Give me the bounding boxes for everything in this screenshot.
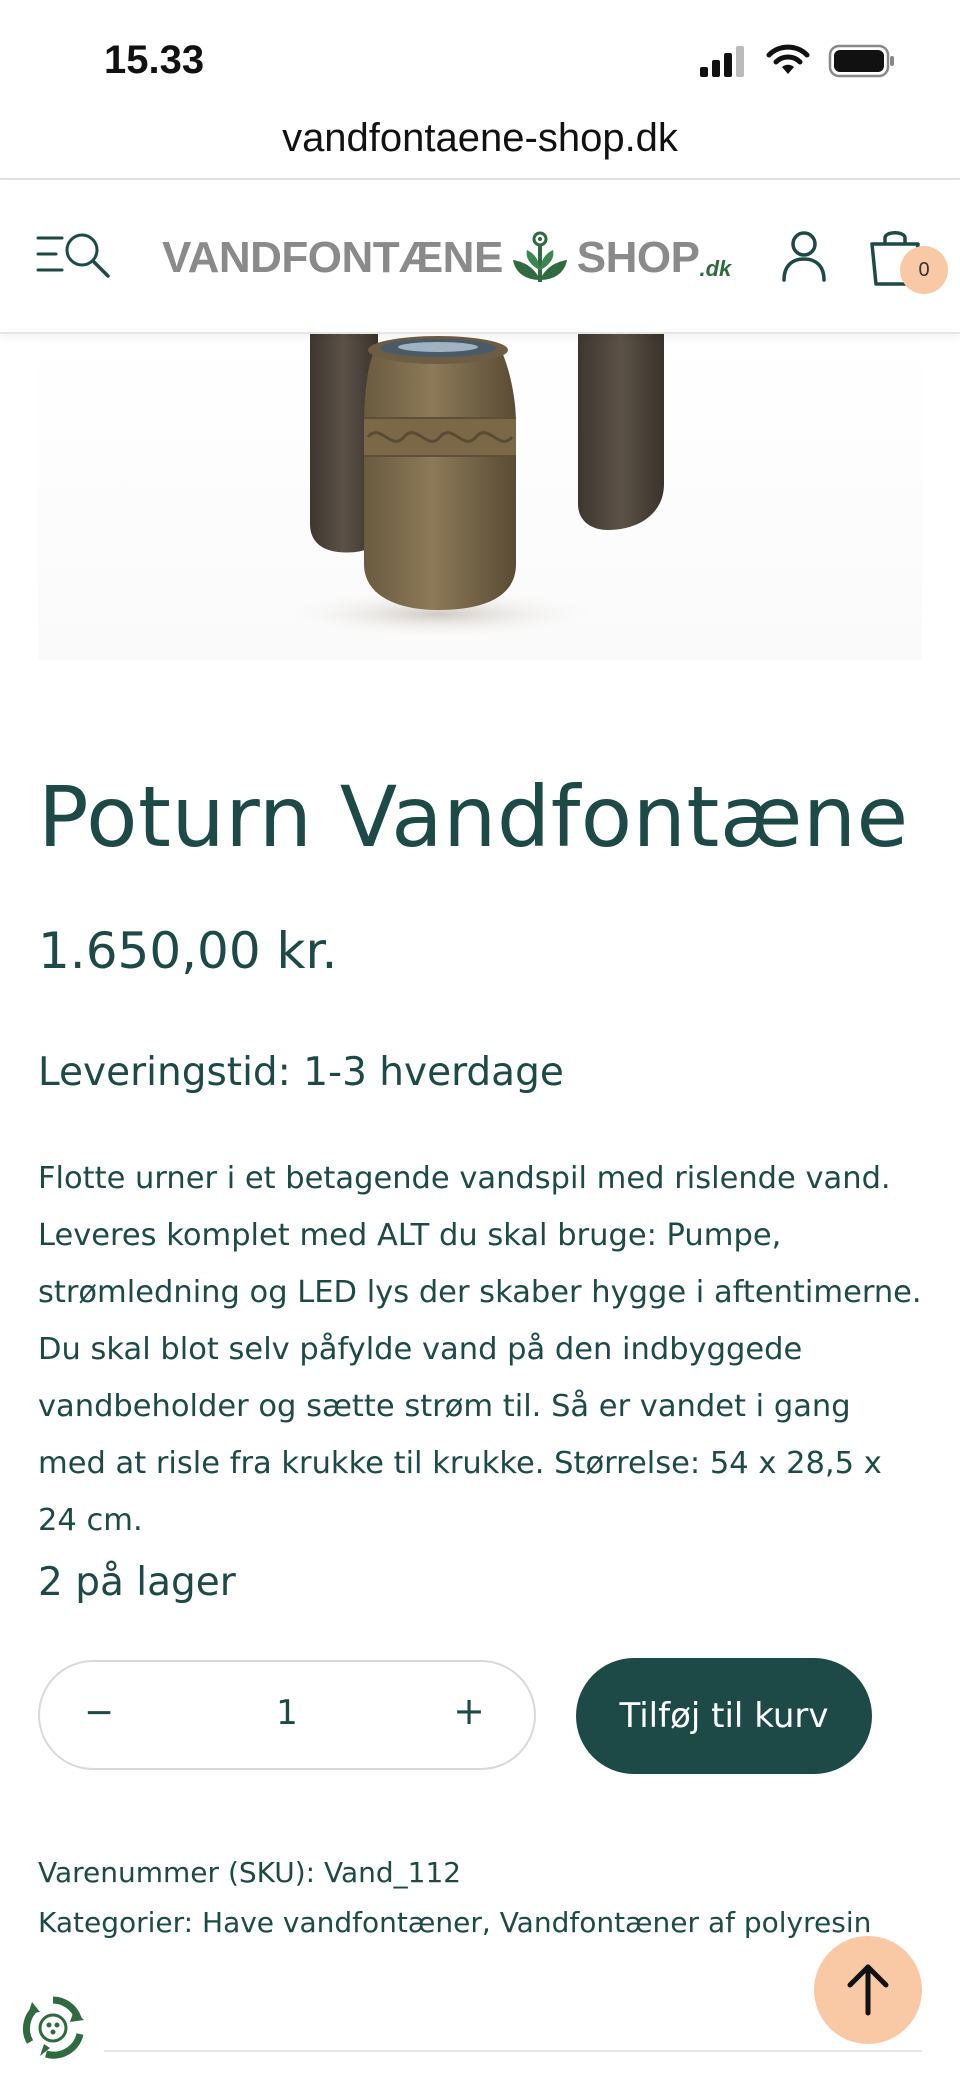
logo-text-left: VANDFONTÆNE [162,233,503,282]
status-time: 15.33 [104,38,205,82]
product-image[interactable] [38,334,922,660]
status-bar: 15.33 [0,0,960,110]
url-text: vandfontaene-shop.dk [282,116,678,160]
scroll-to-top-button[interactable] [814,1936,922,2044]
product-price: 1.650,00 kr. [38,922,338,980]
battery-icon [828,44,894,78]
address-bar[interactable]: vandfontaene-shop.dk [0,110,960,180]
product-categories: Kategorier: Have vandfontæner, Vandfontæ… [38,1906,871,1939]
category-link[interactable]: Have vandfontæner [202,1906,482,1939]
stock-status: 2 på lager [38,1560,236,1605]
quantity-input[interactable] [240,1692,334,1734]
signal-icon [700,46,744,77]
wifi-icon [766,44,810,74]
fountain-urns-image [268,334,664,640]
arrow-up-icon [847,1964,889,2015]
logo-text-right: SHOP [576,233,700,282]
menu-search-icon[interactable] [36,228,112,280]
product-title: Poturn Vandfontæne [38,768,909,866]
product-description: Flotte urner i et betagende vandspil med… [38,1161,922,1538]
status-icons [698,44,896,78]
recycle-icon[interactable] [18,1992,88,2062]
quantity-decrease-button[interactable]: − [76,1690,122,1736]
site-header: VANDFONTÆNE SHOP .dk 0 [0,180,960,334]
product-sku: Varenummer (SKU): Vand_112 [38,1856,461,1889]
site-logo[interactable]: VANDFONTÆNE SHOP .dk [162,228,731,288]
flower-logo-icon [512,231,567,282]
logo-suffix: .dk [699,256,732,281]
sku-label: Varenummer (SKU): [38,1856,316,1889]
category-separator: , [481,1906,500,1939]
quantity-stepper: − + [38,1660,536,1770]
divider [104,2050,922,2052]
sku-value: Vand_112 [324,1856,462,1889]
user-icon[interactable] [780,230,828,282]
quantity-increase-button[interactable]: + [444,1686,494,1736]
category-link[interactable]: Vandfontæner af polyresin [500,1906,872,1939]
categories-label: Kategorier: [38,1906,194,1939]
add-to-cart-button[interactable]: Tilføj til kurv [576,1658,872,1774]
cart-count-badge[interactable]: 0 [900,246,948,294]
delivery-time: Leveringstid: 1-3 hverdage [38,1050,564,1095]
